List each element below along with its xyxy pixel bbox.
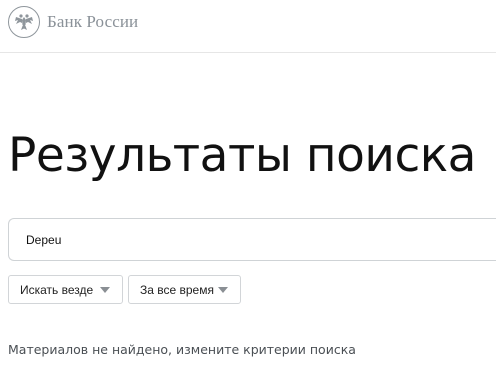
logo-link[interactable]: Банк России	[8, 6, 138, 38]
chevron-down-icon	[100, 287, 110, 293]
page-title: Результаты поиска	[8, 128, 476, 183]
search-scope-select[interactable]: Искать везде	[8, 275, 123, 304]
bank-emblem-icon	[8, 6, 40, 38]
logo-text: Банк России	[47, 12, 139, 31]
time-range-label: За все время	[140, 282, 214, 297]
site-header: Банк России	[0, 0, 496, 53]
search-input[interactable]	[8, 218, 496, 261]
chevron-down-icon	[218, 287, 228, 293]
search-scope-label: Искать везде	[20, 282, 94, 297]
eagle-emblem-icon	[15, 14, 33, 30]
no-results-message: Материалов не найдено, измените критерии…	[8, 342, 356, 357]
time-range-select[interactable]: За все время	[128, 275, 241, 304]
